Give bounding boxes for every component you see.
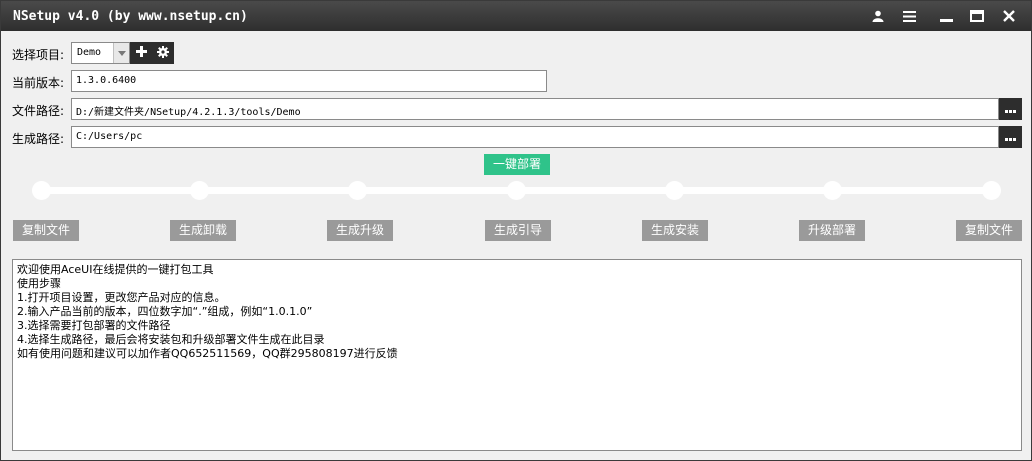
step-dot-1 <box>32 181 51 200</box>
file-path-input[interactable]: D:/新建文件夹/NSetup/4.2.1.3/tools/Demo <box>71 98 999 120</box>
step-dot-6 <box>823 181 842 200</box>
step-generate-upgrade-button[interactable]: 生成升级 <box>327 220 393 241</box>
step-upgrade-deploy-button[interactable]: 升级部署 <box>799 220 865 241</box>
plus-icon <box>135 46 147 60</box>
browse-output-path-button[interactable] <box>999 126 1022 148</box>
log-line: 使用步骤 <box>17 277 61 290</box>
log-line: 2.输入产品当前的版本，四位数字加“.”组成，例如“1.0.1.0” <box>17 305 313 318</box>
project-select-value: Demo <box>77 47 102 58</box>
menu-icon[interactable] <box>898 6 920 26</box>
step-generate-bootstrap-button[interactable]: 生成引导 <box>485 220 551 241</box>
browse-file-path-button[interactable] <box>999 98 1022 120</box>
version-label: 当前版本: <box>12 76 65 90</box>
app-window: NSetup v4.0 (by www.nsetup.cn) 选择项目: Dem… <box>0 0 1032 461</box>
step-copy-files-button[interactable]: 复制文件 <box>13 220 79 241</box>
window-title: NSetup v4.0 (by www.nsetup.cn) <box>13 9 248 24</box>
project-settings-button[interactable] <box>152 42 174 64</box>
log-line: 4.选择生成路径，最后会将安装包和升级部署文件生成在此目录 <box>17 333 325 346</box>
maximize-icon[interactable] <box>966 6 988 26</box>
step-dot-2 <box>190 181 209 200</box>
one-click-deploy-button[interactable]: 一键部署 <box>484 154 550 175</box>
version-input[interactable]: 1.3.0.6400 <box>71 70 547 92</box>
log-line: 欢迎使用AceUI在线提供的一键打包工具 <box>17 263 214 276</box>
step-dot-3 <box>348 181 367 200</box>
log-textarea[interactable]: 欢迎使用AceUI在线提供的一键打包工具 使用步骤 1.打开项目设置，更改您产品… <box>12 259 1022 451</box>
more-icon <box>1005 130 1016 144</box>
step-dot-7 <box>982 181 1001 200</box>
log-line: 3.选择需要打包部署的文件路径 <box>17 319 171 332</box>
step-dot-5 <box>665 181 684 200</box>
title-bar[interactable]: NSetup v4.0 (by www.nsetup.cn) <box>1 1 1031 31</box>
file-path-label: 文件路径: <box>12 104 65 118</box>
step-generate-uninstall-button[interactable]: 生成卸载 <box>170 220 236 241</box>
project-label: 选择项目: <box>12 48 65 62</box>
close-icon[interactable] <box>998 6 1020 26</box>
project-select[interactable]: Demo <box>71 42 130 64</box>
step-dot-4 <box>507 181 526 200</box>
log-line: 如有使用问题和建议可以加作者QQ652511569，QQ群295808197进行… <box>17 347 398 360</box>
gear-icon <box>157 45 169 61</box>
output-path-label: 生成路径: <box>12 132 65 146</box>
log-line: 1.打开项目设置，更改您产品对应的信息。 <box>17 291 226 304</box>
output-path-input[interactable]: C:/Users/pc <box>71 126 999 148</box>
add-project-button[interactable] <box>130 42 152 64</box>
more-icon <box>1005 102 1016 116</box>
step-generate-install-button[interactable]: 生成安装 <box>642 220 708 241</box>
minimize-icon[interactable] <box>935 6 957 26</box>
user-icon[interactable] <box>867 6 889 26</box>
chevron-down-icon[interactable] <box>113 43 129 63</box>
step-copy-files-final-button[interactable]: 复制文件 <box>956 220 1022 241</box>
